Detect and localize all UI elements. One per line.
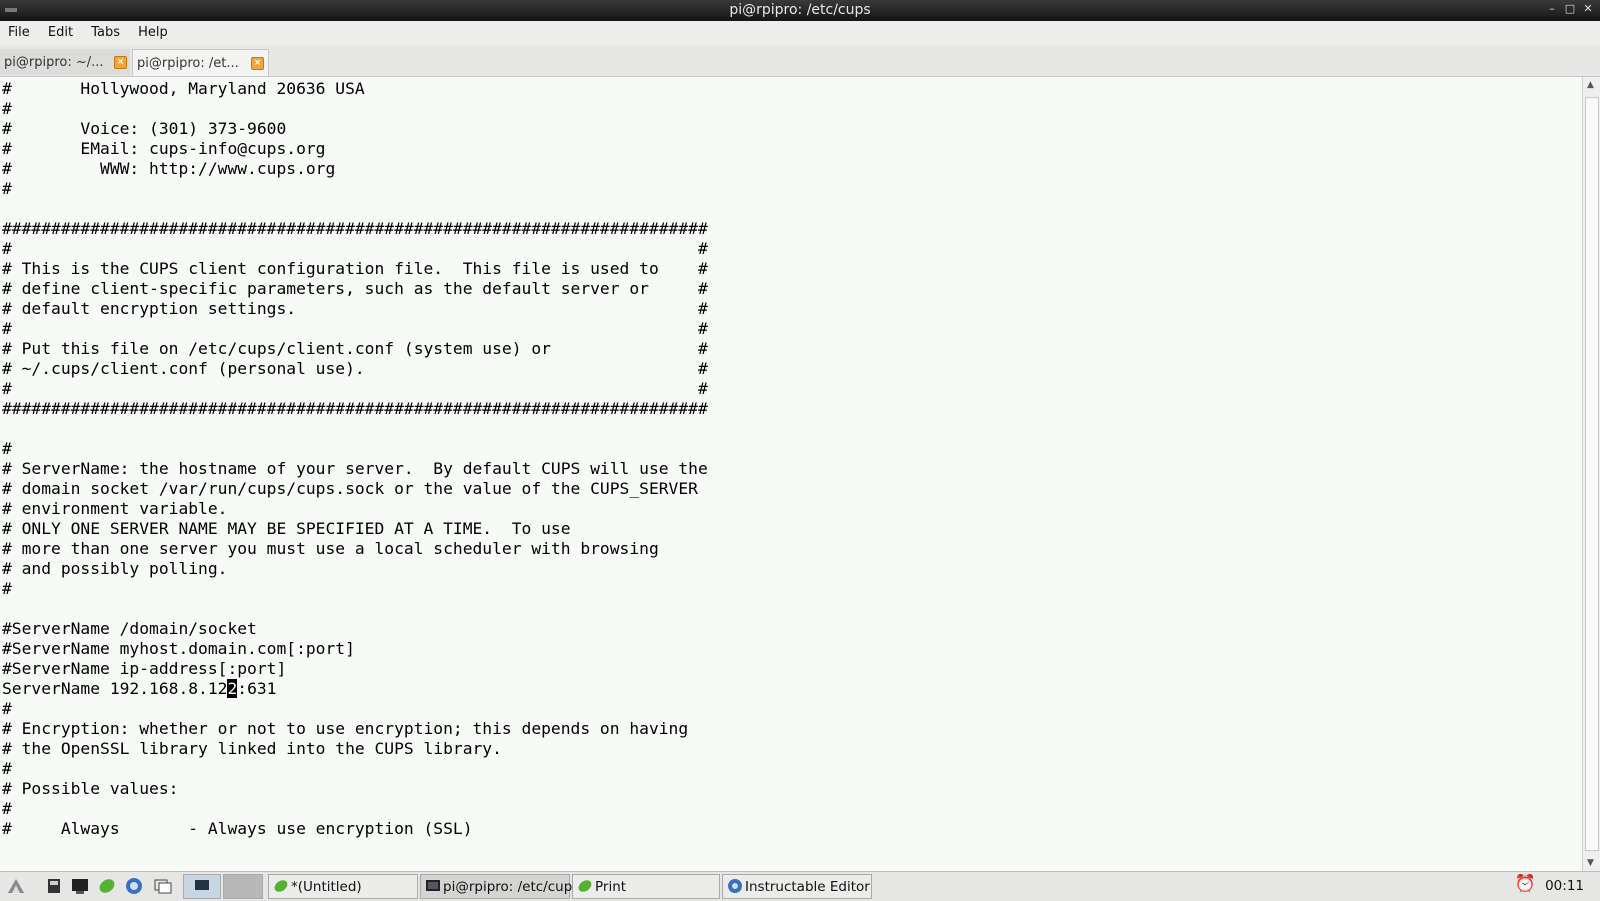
terminal-line: #ServerName /domain/socket <box>2 619 257 638</box>
taskbar-button-label: pi@rpipro: /etc/cups <box>443 879 580 895</box>
menu-tabs[interactable]: Tabs <box>83 21 126 40</box>
taskbar-button-terminal[interactable]: pi@rpipro: /etc/cups <box>420 874 579 899</box>
menu-edit[interactable]: Edit <box>40 21 79 40</box>
scrollbar-thumb[interactable] <box>1585 97 1599 851</box>
terminal-line: # Voice: (301) 373-9600 <box>2 119 287 138</box>
terminal-line: # This is the CUPS client configuration … <box>2 259 708 278</box>
terminal-line: # <box>2 699 12 718</box>
close-tab-icon[interactable]: × <box>251 57 264 70</box>
terminal-line: # Encryption: whether or not to use encr… <box>2 719 689 738</box>
browser-icon <box>727 878 743 898</box>
vertical-scrollbar[interactable]: ▲ ▼ <box>1582 77 1600 871</box>
alarm-clock-icon[interactable]: ⏰ <box>1515 874 1536 894</box>
tab-bar: pi@rpipro: ~/... × pi@rpipro: /et... × <box>0 45 1600 77</box>
terminal-line: # # <box>2 239 708 258</box>
terminal-line: # WWW: http://www.cups.org <box>2 159 336 178</box>
scroll-down-arrow-icon[interactable]: ▼ <box>1587 858 1594 868</box>
terminal-line: # Always - Always use encryption (SSL) <box>2 819 473 838</box>
terminal-launcher-icon[interactable] <box>70 876 90 896</box>
terminal-line: # <box>2 99 12 118</box>
tab-label: pi@rpipro: ~/... <box>4 55 104 70</box>
terminal-line: # Hollywood, Maryland 20636 USA <box>2 79 365 98</box>
terminal-line: # default encryption settings. # <box>2 299 708 318</box>
terminal-line: # EMail: cups-info@cups.org <box>2 139 326 158</box>
terminal-line: # <box>2 439 12 458</box>
terminal-text: # Hollywood, Maryland 20636 USA # # Voice:… <box>2 79 708 839</box>
terminal-line: #ServerName ip-address[:port] <box>2 659 287 678</box>
terminal-line: # <box>2 759 12 778</box>
window-title-bar[interactable]: pi@rpipro: /etc/cups – □ ✕ <box>0 0 1600 21</box>
minimize-icon[interactable]: – <box>1546 2 1558 15</box>
close-icon[interactable]: ✕ <box>1582 2 1594 15</box>
taskbar-button-print[interactable]: Print <box>572 874 720 899</box>
taskbar-button-label: Print <box>595 879 627 895</box>
tab-etc-cups[interactable]: pi@rpipro: /et... × <box>132 49 269 76</box>
terminal-line: #ServerName myhost.domain.com[:port] <box>2 639 355 658</box>
tab-label: pi@rpipro: /et... <box>137 56 239 71</box>
terminal-icon <box>425 878 441 898</box>
menu-file[interactable]: File <box>0 21 36 40</box>
scroll-up-arrow-icon[interactable]: ▲ <box>1587 80 1594 90</box>
terminal-line: # Put this file on /etc/cups/client.conf… <box>2 339 708 358</box>
terminal-line: # <box>2 799 12 818</box>
leafpad-icon <box>273 878 289 898</box>
terminal-line: ########################################… <box>2 219 708 238</box>
terminal-line-text: :631 <box>237 679 277 698</box>
text-cursor: 2 <box>227 679 238 698</box>
browser-launcher-icon[interactable] <box>124 876 144 896</box>
taskbar: *(Untitled) pi@rpipro: /etc/cups Print I… <box>0 871 1600 901</box>
terminal-line: # define client-specific parameters, suc… <box>2 279 708 298</box>
terminal-line: # # <box>2 319 708 338</box>
terminal-line: ServerName 192.168.8.122:631 <box>2 679 708 699</box>
minimize-all-icon[interactable] <box>44 876 64 896</box>
terminal-line-text: ServerName 192.168.8.12 <box>2 679 228 698</box>
taskbar-button-untitled[interactable]: *(Untitled) <box>268 874 418 899</box>
close-tab-icon[interactable]: × <box>114 56 127 69</box>
start-menu-icon[interactable] <box>6 876 26 896</box>
terminal-line: # and possibly polling. <box>2 559 228 578</box>
clock[interactable]: 00:11 <box>1545 878 1584 894</box>
terminal-line: # ~/.cups/client.conf (personal use). # <box>2 359 708 378</box>
terminal-line: # # <box>2 379 708 398</box>
desktop-window-icon <box>194 878 210 896</box>
terminal-line: # <box>2 579 12 598</box>
terminal-line: # Possible values: <box>2 779 179 798</box>
terminal-line: ########################################… <box>2 399 708 418</box>
window-switcher-icon[interactable] <box>153 876 173 896</box>
taskbar-button-label: Instructable Editor <box>745 879 870 895</box>
menu-bar: File Edit Tabs Help <box>0 21 1600 45</box>
terminal-line: # the OpenSSL library linked into the CU… <box>2 739 502 758</box>
terminal-line: # domain socket /var/run/cups/cups.sock … <box>2 479 698 498</box>
terminal-line: # ONLY ONE SERVER NAME MAY BE SPECIFIED … <box>2 519 571 538</box>
leafpad-icon <box>577 878 593 898</box>
terminal-line: # <box>2 179 12 198</box>
desktop-pager-2[interactable] <box>223 874 263 899</box>
maximize-icon[interactable]: □ <box>1564 2 1576 15</box>
terminal-line: # more than one server you must use a lo… <box>2 539 659 558</box>
menu-help[interactable]: Help <box>130 21 174 40</box>
leafpad-launcher-icon[interactable] <box>97 876 117 896</box>
terminal-line: # ServerName: the hostname of your serve… <box>2 459 708 478</box>
taskbar-button-label: *(Untitled) <box>291 879 362 895</box>
tab-home[interactable]: pi@rpipro: ~/... × <box>0 49 130 75</box>
desktop-pager-1[interactable] <box>183 874 221 899</box>
window-title: pi@rpipro: /etc/cups <box>729 2 871 18</box>
terminal-line: # environment variable. <box>2 499 228 518</box>
taskbar-button-instructable-editor[interactable]: Instructable Editor <box>722 874 872 899</box>
terminal-view[interactable]: # Hollywood, Maryland 20636 USA # # Voice:… <box>0 77 1582 871</box>
